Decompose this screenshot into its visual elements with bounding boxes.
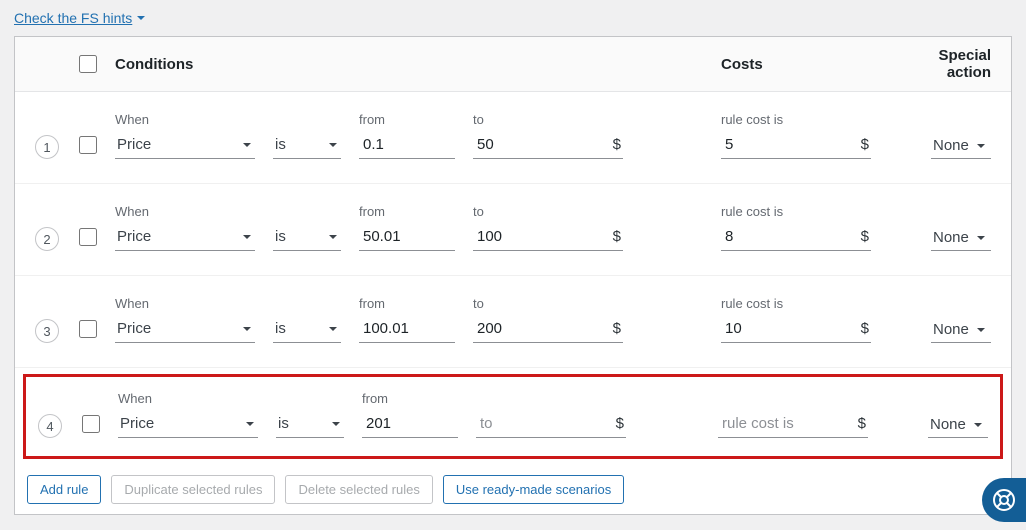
when-select[interactable]: Price: [115, 315, 255, 343]
to-label: to: [473, 112, 623, 127]
special-action-value: None: [933, 137, 969, 154]
chevron-down-icon: [975, 140, 987, 152]
lifebuoy-icon: [992, 488, 1016, 512]
when-value: Price: [117, 228, 151, 245]
header-conditions: Conditions: [115, 56, 721, 73]
table-row: 1WhenPrice.isfromto$rule cost is$None: [15, 92, 1011, 184]
chevron-down-icon: [327, 231, 339, 243]
when-value: Price: [120, 415, 154, 432]
when-value: Price: [117, 320, 151, 337]
table-row: 4WhenPrice.isfromto$rule cost is$None: [23, 374, 1003, 459]
table-header: Conditions Costs Special action: [15, 37, 1011, 92]
currency-unit: $: [858, 415, 866, 432]
special-action-value: None: [930, 416, 966, 433]
currency-unit: $: [861, 136, 869, 153]
help-fab[interactable]: [982, 478, 1026, 522]
special-action-value: None: [933, 321, 969, 338]
from-label: from: [359, 204, 455, 219]
to-input[interactable]: [475, 227, 607, 246]
cost-input[interactable]: [723, 135, 855, 154]
special-action-select[interactable]: None: [928, 412, 988, 438]
scenarios-button[interactable]: Use ready-made scenarios: [443, 475, 624, 504]
rules-panel: Conditions Costs Special action 1 When Pri…: [14, 36, 1012, 515]
when-select[interactable]: Price: [118, 410, 258, 438]
cost-input[interactable]: [723, 319, 855, 338]
cost-label: rule cost is: [721, 296, 891, 311]
chevron-down-icon: [327, 139, 339, 151]
button-bar: Add rule Duplicate selected rules Delete…: [15, 465, 1011, 514]
operator-value: is: [275, 136, 286, 153]
table-row: 3WhenPrice.isfromto$rule cost is$None: [15, 276, 1011, 368]
from-input[interactable]: [361, 135, 453, 154]
cost-label: rule cost is: [721, 204, 891, 219]
when-label: When: [118, 391, 258, 406]
currency-unit: $: [613, 228, 621, 245]
chevron-down-icon: [975, 324, 987, 336]
duplicate-rules-button[interactable]: Duplicate selected rules: [111, 475, 275, 504]
add-rule-button[interactable]: Add rule: [27, 475, 101, 504]
from-label: from: [362, 391, 458, 406]
chevron-down-icon: [327, 323, 339, 335]
rule-number-badge: 4: [38, 414, 62, 438]
from-label: from: [359, 112, 455, 127]
when-select[interactable]: Price: [115, 223, 255, 251]
chevron-down-icon: [241, 139, 253, 151]
rule-checkbox[interactable]: [79, 320, 97, 338]
fs-hints-link[interactable]: Check the FS hints: [14, 10, 146, 26]
special-action-select[interactable]: None: [931, 225, 991, 251]
when-select[interactable]: Price: [115, 131, 255, 159]
header-costs: Costs: [721, 56, 891, 73]
chevron-down-icon: [975, 232, 987, 244]
from-label: from: [359, 296, 455, 311]
chevron-down-icon: [136, 13, 146, 23]
currency-unit: $: [861, 320, 869, 337]
rule-number-badge: 2: [35, 227, 59, 251]
chevron-down-icon: [241, 323, 253, 335]
operator-value: is: [278, 415, 289, 432]
cost-input[interactable]: [723, 227, 855, 246]
chevron-down-icon: [244, 418, 256, 430]
from-input[interactable]: [364, 414, 456, 433]
currency-unit: $: [613, 136, 621, 153]
to-label: to: [473, 296, 623, 311]
operator-select[interactable]: is: [273, 223, 341, 251]
operator-select[interactable]: is: [276, 410, 344, 438]
to-label: to: [473, 204, 623, 219]
to-input[interactable]: [475, 135, 607, 154]
operator-value: is: [275, 320, 286, 337]
when-value: Price: [117, 136, 151, 153]
rule-checkbox[interactable]: [79, 136, 97, 154]
header-special: Special action: [891, 47, 991, 81]
rule-checkbox[interactable]: [79, 228, 97, 246]
special-action-value: None: [933, 229, 969, 246]
chevron-down-icon: [241, 231, 253, 243]
to-input[interactable]: [475, 319, 607, 338]
when-label: When: [115, 112, 255, 127]
from-input[interactable]: [361, 319, 453, 338]
cost-label: rule cost is: [721, 112, 891, 127]
rule-checkbox[interactable]: [82, 415, 100, 433]
when-label: When: [115, 296, 255, 311]
currency-unit: $: [861, 228, 869, 245]
when-label: When: [115, 204, 255, 219]
delete-rules-button[interactable]: Delete selected rules: [285, 475, 432, 504]
rule-number-badge: 1: [35, 135, 59, 159]
table-row: 2WhenPrice.isfromto$rule cost is$None: [15, 184, 1011, 276]
operator-select[interactable]: is: [273, 315, 341, 343]
operator-select[interactable]: is: [273, 131, 341, 159]
currency-unit: $: [613, 320, 621, 337]
chevron-down-icon: [330, 418, 342, 430]
special-action-select[interactable]: None: [931, 133, 991, 159]
special-action-select[interactable]: None: [931, 317, 991, 343]
select-all-checkbox[interactable]: [79, 55, 97, 73]
chevron-down-icon: [972, 419, 984, 431]
fs-hints-label: Check the FS hints: [14, 10, 132, 26]
to-input[interactable]: [478, 414, 610, 433]
operator-value: is: [275, 228, 286, 245]
from-input[interactable]: [361, 227, 453, 246]
currency-unit: $: [616, 415, 624, 432]
cost-input[interactable]: [720, 414, 852, 433]
rule-number-badge: 3: [35, 319, 59, 343]
